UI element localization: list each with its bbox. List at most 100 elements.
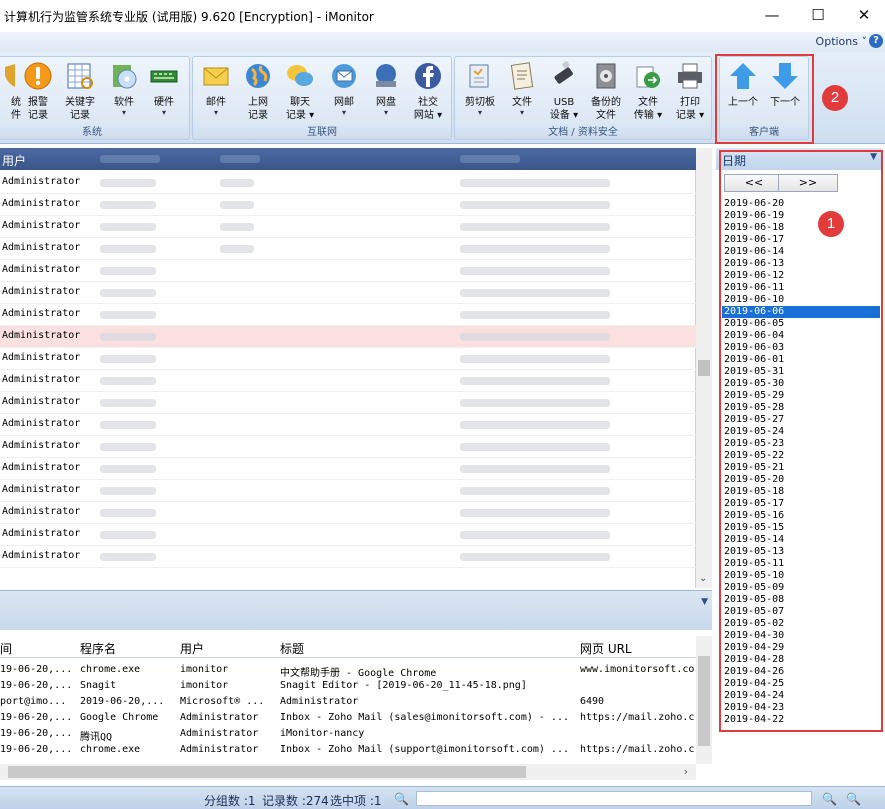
zoom-in-icon[interactable]: 🔍	[846, 792, 861, 806]
webmail-button[interactable]: 网邮 ▾	[323, 61, 365, 117]
dropdown-arrow-icon: ▾	[121, 108, 126, 117]
list-item[interactable]: 19-06-20,... Google Chrome Administrator In…	[0, 710, 696, 726]
blurred-cell	[460, 355, 610, 363]
table-row[interactable]: Administrator	[0, 348, 696, 370]
row-user: Administrator	[2, 396, 81, 407]
dropdown-arrow-icon: ▾	[519, 108, 524, 117]
window-title: 计算机行为监管系统专业版 (试用版) 9.620 [Encryption] - …	[4, 10, 374, 24]
webmail-icon	[332, 64, 356, 88]
dropdown-arrow-icon: ▾	[477, 108, 482, 117]
list-item[interactable]: 19-06-20,... 腾讯QQ Administrator iMonitor-n…	[0, 726, 696, 743]
print-records-button[interactable]: 打印 记录 ▾	[669, 61, 711, 122]
software-icon	[113, 65, 137, 89]
table-row[interactable]: Administrator	[0, 282, 696, 304]
table-row[interactable]: Administrator	[0, 392, 696, 414]
keyword-records-button[interactable]: 关键字 记录	[59, 61, 101, 122]
list-cell: chrome.exe	[80, 664, 141, 675]
alert-records-button[interactable]: 报警 记录	[17, 61, 59, 122]
row-user: Administrator	[2, 286, 81, 297]
search-icon: 🔍	[394, 792, 409, 806]
chat-records-label: 聊天 记录 ▾	[285, 97, 315, 121]
table-row[interactable]: Administrator	[0, 260, 696, 282]
maximize-button[interactable]: ☐	[795, 0, 841, 32]
blurred-cell	[100, 223, 156, 231]
list-cell: Google Chrome	[80, 712, 159, 723]
web-icon	[246, 64, 270, 88]
table-row[interactable]: Administrator	[0, 172, 696, 194]
file-button[interactable]: 文件 ▾	[501, 61, 543, 117]
blurred-cell	[460, 223, 610, 231]
scroll-thumb[interactable]	[8, 766, 526, 778]
column-header-time[interactable]: 间	[0, 640, 12, 657]
grid-vertical-scrollbar[interactable]: ⌄	[696, 148, 712, 588]
column-header-user[interactable]: 用户	[2, 152, 26, 169]
scroll-thumb[interactable]	[698, 360, 710, 376]
blurred-cell	[460, 289, 610, 297]
blurred-cell	[460, 179, 610, 187]
clipboard-button[interactable]: 剪切板 ▾	[459, 61, 501, 117]
table-row[interactable]: Administrator	[0, 194, 696, 216]
table-row[interactable]: Administrator	[0, 326, 696, 348]
table-row[interactable]: Administrator	[0, 436, 696, 458]
software-button[interactable]: 软件 ▾	[103, 61, 145, 117]
list-item[interactable]: port@imo... 2019-06-20,... Microsoft® ... A…	[0, 694, 696, 710]
help-icon[interactable]: ?	[869, 34, 883, 48]
table-row[interactable]: Administrator	[0, 502, 696, 524]
records-grid: 用户 Administrator Administrator Administrat…	[0, 148, 696, 588]
column-header-program[interactable]: 程序名	[80, 640, 116, 657]
table-row[interactable]: Administrator	[0, 304, 696, 326]
list-item[interactable]: 19-06-20,... chrome.exe imonitor 中文帮助手册 - G…	[0, 662, 696, 679]
options-menu[interactable]: Options ˅	[816, 35, 867, 48]
table-row[interactable]: Administrator	[0, 458, 696, 480]
blurred-cell	[100, 465, 156, 473]
row-user: Administrator	[2, 374, 81, 385]
list-item[interactable]: 19-06-20,... Snagit imonitor Snagit Editor …	[0, 678, 696, 694]
backup-files-button[interactable]: 备份的 文件	[585, 61, 627, 122]
table-row[interactable]: Administrator	[0, 524, 696, 546]
zoom-out-icon[interactable]: 🔍	[822, 792, 837, 806]
activity-vertical-scrollbar[interactable]	[696, 636, 712, 764]
table-row[interactable]: Administrator	[0, 480, 696, 502]
table-row[interactable]: Administrator	[0, 216, 696, 238]
blurred-cell	[100, 553, 156, 561]
activity-horizontal-scrollbar[interactable]: ›	[0, 764, 696, 780]
list-cell: 19-06-20,...	[0, 744, 73, 755]
column-header-user[interactable]: 用户	[180, 640, 204, 657]
row-user: Administrator	[2, 308, 81, 319]
web-records-button[interactable]: 上网 记录	[237, 61, 279, 122]
minimize-button[interactable]: —	[749, 0, 795, 32]
file-transfer-label: 文件 传输 ▾	[633, 97, 663, 121]
mail-button[interactable]: 邮件 ▾	[195, 61, 237, 117]
table-row[interactable]: Administrator	[0, 414, 696, 436]
ribbon-group-system: 统件 报警 记录 关键字 记录 软件 ▾ 硬件 ▾ 系统	[0, 56, 190, 140]
list-cell: imonitor	[180, 680, 229, 691]
collapse-arrow-icon[interactable]: ▼	[701, 597, 708, 607]
hardware-button[interactable]: 硬件 ▾	[143, 61, 185, 117]
file-transfer-button[interactable]: 文件 传输 ▾	[627, 61, 669, 122]
table-row[interactable]: Administrator	[0, 546, 696, 568]
detail-splitter-bar: ▼	[0, 590, 712, 630]
scroll-thumb[interactable]	[698, 656, 710, 746]
table-row[interactable]: Administrator	[0, 370, 696, 392]
scroll-right-icon[interactable]: ›	[684, 765, 688, 778]
column-header-url[interactable]: 网页 URL	[580, 640, 632, 657]
blurred-cell	[100, 377, 156, 385]
print-records-label: 打印 记录 ▾	[675, 97, 705, 121]
table-row[interactable]: Administrator	[0, 238, 696, 260]
social-network-button[interactable]: 社交 网站 ▾	[407, 61, 449, 122]
close-button[interactable]: ✕	[841, 0, 885, 32]
usb-device-button[interactable]: USB 设备 ▾	[543, 60, 585, 122]
blurred-cell	[220, 223, 254, 231]
list-cell: Administrator	[180, 728, 259, 739]
blurred-cell	[460, 377, 610, 385]
chat-records-button[interactable]: 聊天 记录 ▾	[279, 61, 321, 122]
list-item[interactable]: 19-06-20,... chrome.exe Administrator Inbox…	[0, 742, 696, 758]
column-header-title[interactable]: 标题	[280, 640, 304, 657]
blurred-cell	[100, 267, 156, 275]
search-input[interactable]	[416, 791, 812, 806]
row-user: Administrator	[2, 242, 81, 253]
netdisk-button[interactable]: 网盘 ▾	[365, 61, 407, 117]
list-cell: Administrator	[280, 696, 359, 707]
row-user: Administrator	[2, 484, 81, 495]
scroll-down-icon[interactable]: ⌄	[699, 573, 707, 584]
